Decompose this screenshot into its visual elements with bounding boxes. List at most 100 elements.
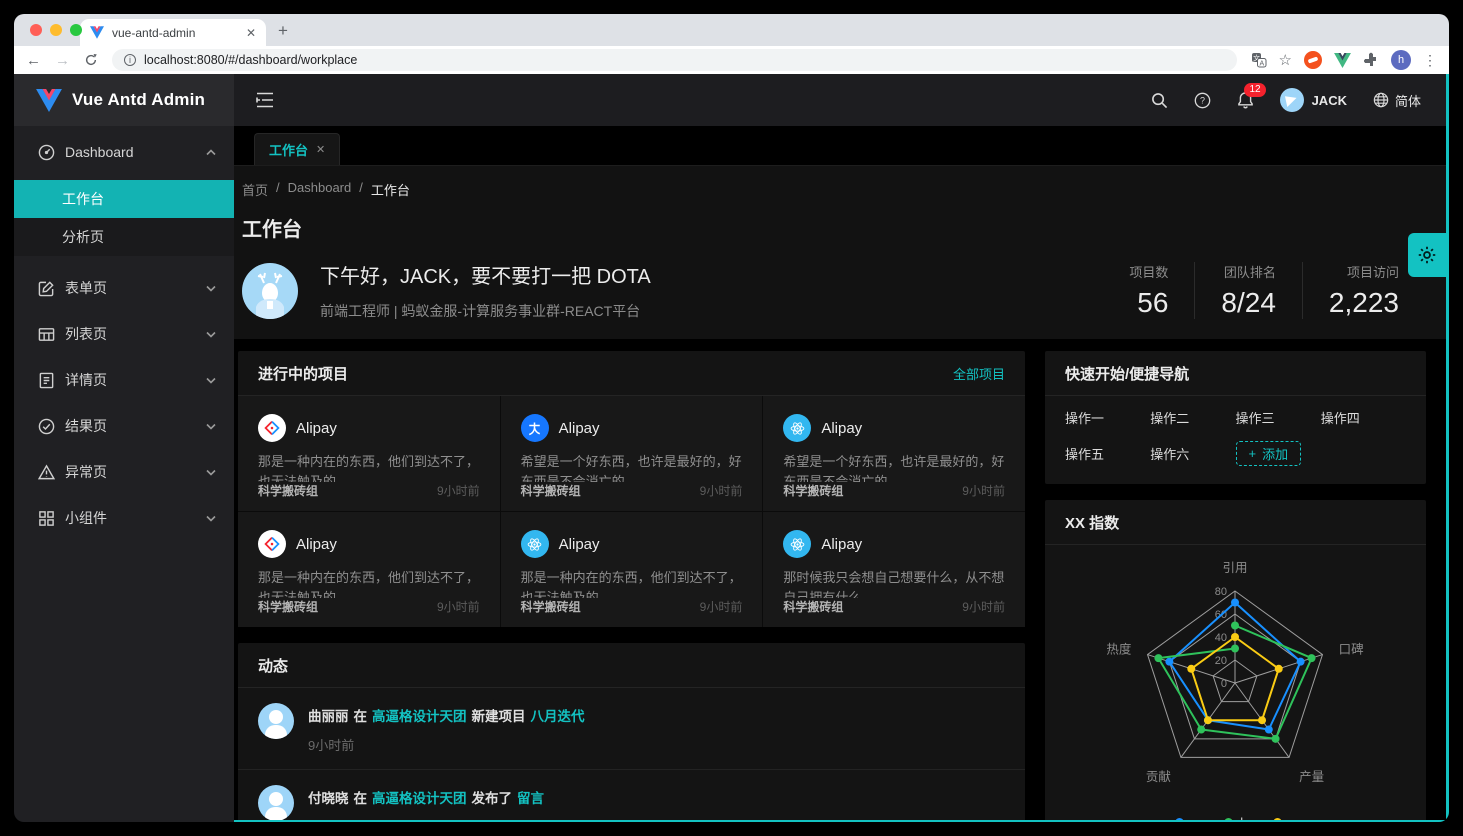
activity-item: 付晓晓 在 高逼格设计天团 发布了 留言 9小时前 <box>238 769 1025 822</box>
tab-close-icon[interactable]: ✕ <box>316 143 325 156</box>
project-group[interactable]: 科学搬砖组 <box>521 482 581 499</box>
breadcrumb-dashboard[interactable]: Dashboard <box>288 180 352 199</box>
project-card[interactable]: Alipay 那是一种内在的东西，他们到达不了，也无法触及的 科学搬砖组 9小时… <box>238 512 500 627</box>
project-card[interactable]: Alipay 希望是一个好东西，也许是最好的，好东西是不会消亡的 科学搬砖组 9… <box>501 396 763 511</box>
project-group[interactable]: 科学搬砖组 <box>783 482 843 499</box>
all-projects-link[interactable]: 全部项目 <box>953 364 1005 383</box>
svg-text:?: ? <box>1200 95 1205 105</box>
project-group[interactable]: 科学搬砖组 <box>258 598 318 615</box>
page-tabbar: 工作台 ✕ <box>234 126 1449 166</box>
search-icon[interactable] <box>1151 92 1168 109</box>
page-info-icon[interactable]: i <box>124 54 136 66</box>
close-window-button[interactable] <box>30 24 42 36</box>
activity-group-link[interactable]: 高逼格设计天团 <box>372 787 467 807</box>
notifications-button[interactable]: 12 <box>1237 91 1254 109</box>
react-logo-icon <box>783 530 811 558</box>
project-card[interactable]: Alipay 那是一种内在的东西，他们到达不了，也无法触及的 科学搬砖组 9小时… <box>501 512 763 627</box>
project-card[interactable]: Alipay 那是一种内在的东西，他们到达不了，也无法触及的 科学搬砖组 9小时… <box>238 396 500 511</box>
activity-user[interactable]: 付晓晓 <box>308 787 349 807</box>
browser-menu-icon[interactable]: ⋮ <box>1423 52 1437 69</box>
vue-devtools-icon[interactable] <box>1334 53 1351 68</box>
activity-avatar <box>258 785 294 821</box>
project-time: 9小时前 <box>962 482 1005 499</box>
app-logo[interactable]: Vue Antd Admin <box>14 74 234 126</box>
quick-link[interactable]: 操作六 <box>1150 444 1235 463</box>
sidebar-item-widgets[interactable]: 小组件 <box>14 498 234 538</box>
breadcrumb-current: 工作台 <box>371 180 410 199</box>
help-icon[interactable]: ? <box>1194 92 1211 109</box>
forward-icon[interactable]: → <box>55 53 70 68</box>
svg-text:贡献: 贡献 <box>1146 769 1171 784</box>
activity-target-link[interactable]: 八月迭代 <box>531 705 585 725</box>
project-name[interactable]: Alipay <box>559 536 600 553</box>
project-group[interactable]: 科学搬砖组 <box>783 598 843 615</box>
radar-legend[interactable]: a b c <box>1045 815 1426 822</box>
legend-dot-icon <box>1224 818 1233 822</box>
sidebar-item-dashboard[interactable]: Dashboard <box>14 132 234 172</box>
project-name[interactable]: Alipay <box>296 536 337 553</box>
theme-settings-button[interactable] <box>1408 233 1446 277</box>
breadcrumb-home[interactable]: 首页 <box>242 180 268 199</box>
legend-item[interactable]: b <box>1224 815 1247 822</box>
add-button[interactable]: + 添加 <box>1236 441 1302 466</box>
project-name[interactable]: Alipay <box>559 420 600 437</box>
project-time: 9小时前 <box>700 598 743 615</box>
quick-link[interactable]: 操作一 <box>1065 408 1150 427</box>
bookmark-star-icon[interactable]: ☆ <box>1279 51 1292 69</box>
projects-grid: Alipay 那是一种内在的东西，他们到达不了，也无法触及的 科学搬砖组 9小时… <box>238 396 1025 627</box>
quick-link[interactable]: 操作二 <box>1150 408 1235 427</box>
sidebar-item-result[interactable]: 结果页 <box>14 406 234 446</box>
project-card[interactable]: Alipay 那时候我只会想自己想要什么，从不想自己拥有什么 科学搬砖组 9小时… <box>763 512 1025 627</box>
svg-text:热度: 热度 <box>1106 641 1132 656</box>
legend-item[interactable]: a <box>1175 815 1198 822</box>
sidebar-item-analysis[interactable]: 分析页 <box>14 218 234 256</box>
refresh-icon[interactable] <box>84 53 98 67</box>
activity-time: 9小时前 <box>308 735 585 754</box>
stat-rank: 团队排名 8/24 <box>1194 262 1302 319</box>
stat-projects: 项目数 56 <box>1103 262 1194 319</box>
language-switch[interactable]: 简体 <box>1373 91 1421 110</box>
activity-group-link[interactable]: 高逼格设计天团 <box>372 705 467 725</box>
project-card[interactable]: Alipay 希望是一个好东西，也许是最好的，好东西是不会消亡的 科学搬砖组 9… <box>763 396 1025 511</box>
extensions-puzzle-icon[interactable] <box>1363 52 1379 68</box>
project-group[interactable]: 科学搬砖组 <box>521 598 581 615</box>
tab-workplace[interactable]: 工作台 ✕ <box>254 133 340 165</box>
browser-profile-avatar[interactable]: h <box>1391 50 1411 70</box>
sidebar-item-workplace[interactable]: 工作台 <box>14 180 234 218</box>
zoom-window-button[interactable] <box>70 24 82 36</box>
quick-link[interactable]: 操作三 <box>1236 408 1321 427</box>
url-text[interactable]: localhost:8080/#/dashboard/workplace <box>144 53 357 67</box>
tab-close-icon[interactable]: ✕ <box>246 26 256 40</box>
new-tab-button[interactable]: + <box>278 21 288 41</box>
address-bar[interactable]: i localhost:8080/#/dashboard/workplace <box>112 49 1237 71</box>
legend-item[interactable]: c <box>1273 815 1296 822</box>
sidebar-item-exception[interactable]: 异常页 <box>14 452 234 492</box>
table-icon <box>38 326 55 343</box>
browser-tab[interactable]: vue-antd-admin ✕ <box>80 19 266 46</box>
user-menu[interactable]: JACK <box>1280 88 1347 112</box>
project-name[interactable]: Alipay <box>821 420 862 437</box>
svg-text:20: 20 <box>1215 655 1227 667</box>
quick-link[interactable]: 操作五 <box>1065 444 1150 463</box>
project-group[interactable]: 科学搬砖组 <box>258 482 318 499</box>
macos-traffic-lights[interactable] <box>30 24 82 36</box>
sidebar-item-form[interactable]: 表单页 <box>14 268 234 308</box>
translate-icon[interactable]: 文A <box>1251 52 1267 68</box>
extension-orange-icon[interactable] <box>1304 51 1322 69</box>
activity-target-link[interactable]: 留言 <box>517 787 544 807</box>
sidebar-item-list[interactable]: 列表页 <box>14 314 234 354</box>
minimize-window-button[interactable] <box>50 24 62 36</box>
quick-link[interactable]: 操作四 <box>1321 408 1406 427</box>
project-name[interactable]: Alipay <box>821 536 862 553</box>
main-area: 工作台 ✕ 首页/ Dashboard/ 工作台 工作台 <box>234 126 1449 822</box>
sidebar-item-detail[interactable]: 详情页 <box>14 360 234 400</box>
activity-panel: 动态 曲丽丽 在 高逼格设计天团 <box>238 643 1025 822</box>
menu-fold-icon[interactable] <box>256 92 274 108</box>
stat-label: 项目数 <box>1129 262 1168 281</box>
back-icon[interactable]: ← <box>26 53 41 68</box>
chart-title: XX 指数 <box>1065 512 1119 533</box>
activity-user[interactable]: 曲丽丽 <box>308 705 349 725</box>
browser-tabstrip: vue-antd-admin ✕ + <box>14 14 1449 46</box>
globe-icon <box>1373 92 1389 108</box>
project-name[interactable]: Alipay <box>296 420 337 437</box>
